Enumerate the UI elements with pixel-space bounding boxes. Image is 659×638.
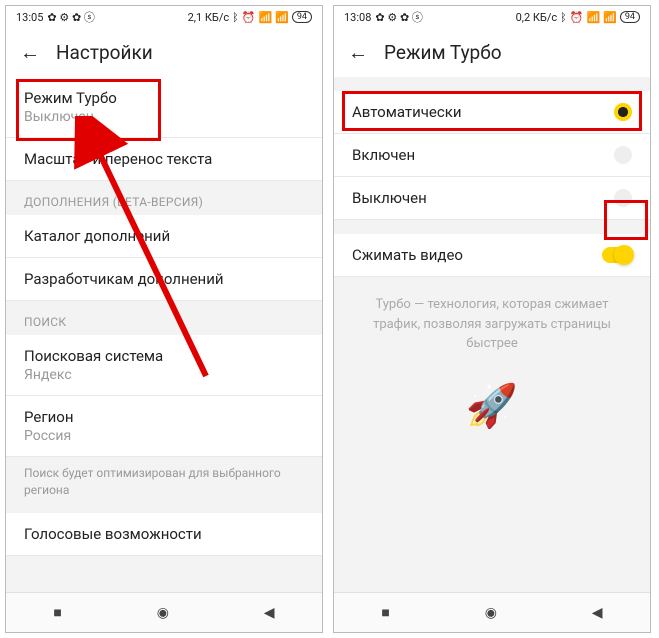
engine-title: Поисковая система: [24, 347, 304, 365]
catalog-item[interactable]: Каталог дополнений: [6, 215, 322, 258]
option-off-label: Выключен: [352, 189, 427, 207]
signal-icon: 📶: [258, 11, 272, 24]
bluetooth-icon: ᛒ: [560, 11, 567, 24]
devs-title: Разработчикам дополнений: [24, 270, 304, 288]
radio-icon: [614, 189, 632, 207]
back-icon[interactable]: ←: [20, 40, 40, 65]
phone-right: 13:08 ✿ ⚙ ✿ ⓢ 0,2 КБ/с ᛒ ⏰ 📶 📶 94 ← Режи…: [333, 5, 651, 633]
status-time: 13:05: [16, 11, 43, 24]
alarm-icon: ⏰: [242, 11, 256, 24]
option-auto[interactable]: Автоматически: [334, 91, 650, 134]
region-title: Регион: [24, 408, 304, 426]
nav-back-icon[interactable]: ◀: [264, 605, 275, 621]
region-note: Поиск будет оптимизирован для выбранного…: [6, 457, 322, 513]
status-speed: 0,2 КБ/с: [516, 11, 558, 24]
page-title: Режим Турбо: [384, 41, 502, 64]
nav-recent-icon[interactable]: ■: [381, 604, 389, 621]
nav-recent-icon[interactable]: ■: [53, 604, 61, 621]
nav-bar: ■ ◉ ◀: [334, 592, 650, 632]
status-speed: 2,1 КБ/с: [188, 11, 230, 24]
signal-icon: 📶: [586, 11, 600, 24]
nav-home-icon[interactable]: ◉: [485, 605, 497, 621]
phone-left: 13:05 ✿ ⚙ ✿ ⓢ 2,1 КБ/с ᛒ ⏰ 📶 📶 94 ← Наст…: [5, 5, 323, 633]
status-time: 13:08: [344, 11, 371, 24]
nav-bar: ■ ◉ ◀: [6, 592, 322, 632]
devs-item[interactable]: Разработчикам дополнений: [6, 258, 322, 301]
status-icons: ✿ ⚙ ✿ ⓢ: [47, 9, 94, 25]
bluetooth-icon: ᛒ: [232, 11, 239, 24]
radio-icon: [614, 146, 632, 164]
turbo-options: Автоматически Включен Выключен Сжимать в…: [334, 77, 650, 593]
compress-label: Сжимать видео: [352, 246, 463, 264]
search-header: ПОИСК: [6, 301, 322, 335]
scale-title: Масштаб и перенос текста: [24, 150, 304, 168]
turbo-title: Режим Турбо: [24, 89, 304, 107]
radio-selected-icon: [614, 103, 632, 121]
status-bar: 13:05 ✿ ⚙ ✿ ⓢ 2,1 КБ/с ᛒ ⏰ 📶 📶 94: [6, 6, 322, 28]
option-off[interactable]: Выключен: [334, 177, 650, 220]
back-icon[interactable]: ←: [348, 40, 368, 65]
turbo-status: Выключен: [24, 109, 304, 125]
catalog-title: Каталог дополнений: [24, 227, 304, 245]
battery-icon: 94: [292, 11, 312, 23]
wifi-icon: 📶: [275, 11, 289, 24]
settings-list[interactable]: Режим Турбо Выключен Масштаб и перенос т…: [6, 77, 322, 593]
extensions-header: ДОПОЛНЕНИЯ (БЕТА-ВЕРСИЯ): [6, 181, 322, 215]
voice-item[interactable]: Голосовые возможности: [6, 513, 322, 556]
search-engine-item[interactable]: Поисковая система Яндекс: [6, 335, 322, 396]
region-item[interactable]: Регион Россия: [6, 396, 322, 457]
battery-icon: 94: [620, 11, 640, 23]
rocket-icon: 🚀: [334, 372, 650, 431]
toggle-on-icon[interactable]: [602, 247, 632, 263]
region-value: Россия: [24, 428, 304, 444]
compress-video-item[interactable]: Сжимать видео: [334, 234, 650, 277]
option-on[interactable]: Включен: [334, 134, 650, 177]
turbo-description: Турбо — технология, которая сжимает траф…: [334, 277, 650, 372]
engine-value: Яндекс: [24, 367, 304, 383]
header: ← Настройки: [6, 28, 322, 77]
nav-back-icon[interactable]: ◀: [592, 605, 603, 621]
option-auto-label: Автоматически: [352, 103, 462, 121]
nav-home-icon[interactable]: ◉: [157, 605, 169, 621]
alarm-icon: ⏰: [570, 11, 584, 24]
wifi-icon: 📶: [603, 11, 617, 24]
status-icons: ✿ ⚙ ✿ ⓢ: [375, 9, 422, 25]
voice-title: Голосовые возможности: [24, 525, 304, 543]
scale-item[interactable]: Масштаб и перенос текста: [6, 138, 322, 181]
turbo-mode-item[interactable]: Режим Турбо Выключен: [6, 77, 322, 138]
page-title: Настройки: [56, 41, 153, 64]
option-on-label: Включен: [352, 146, 415, 164]
header: ← Режим Турбо: [334, 28, 650, 77]
status-bar: 13:08 ✿ ⚙ ✿ ⓢ 0,2 КБ/с ᛒ ⏰ 📶 📶 94: [334, 6, 650, 28]
